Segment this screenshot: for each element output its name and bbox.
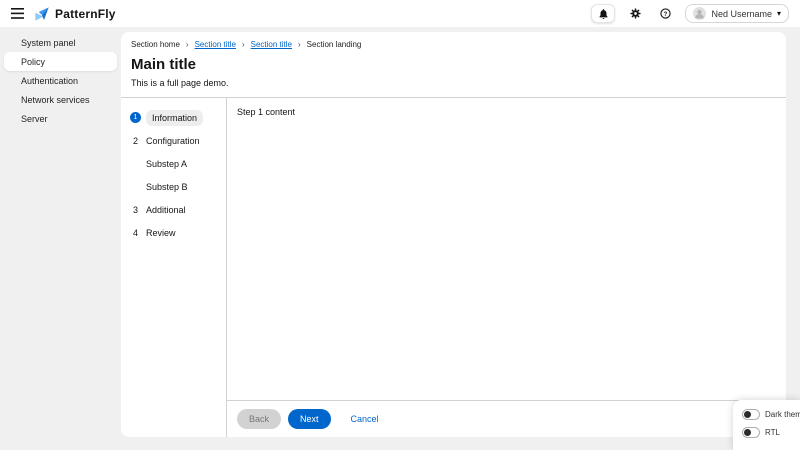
question-circle-icon: ? [660, 8, 671, 19]
breadcrumb: Section home › Section title › Section t… [131, 40, 776, 49]
dark-theme-label: Dark theme [765, 410, 800, 419]
wizard-substep-a[interactable]: Substep A [121, 152, 226, 175]
page-subtitle: This is a full page demo. [131, 78, 776, 88]
wizard: 1 Information 2 Configuration Substep A … [121, 98, 786, 437]
wizard-step-review[interactable]: 4 Review [121, 221, 226, 244]
step-number: 4 [130, 228, 141, 238]
step-number-badge: 1 [130, 112, 141, 123]
back-button[interactable]: Back [237, 409, 281, 429]
dark-theme-toggle[interactable]: Dark theme [742, 409, 800, 420]
wizard-step-configuration[interactable]: 2 Configuration [121, 129, 226, 152]
step-label: Substep A [146, 159, 187, 169]
breadcrumb-link[interactable]: Section title [195, 40, 236, 49]
wizard-substep-b[interactable]: Substep B [121, 175, 226, 198]
gear-icon [630, 8, 641, 19]
step-label: Information [146, 110, 203, 126]
hamburger-icon [11, 8, 24, 19]
wizard-footer: Back Next Cancel [227, 400, 786, 437]
sidebar-item-system-panel[interactable]: System panel [4, 33, 117, 52]
main-content: Section home › Section title › Section t… [121, 32, 786, 437]
settings-button[interactable] [625, 4, 645, 24]
step-number: 3 [130, 205, 141, 215]
cancel-button[interactable]: Cancel [345, 409, 385, 429]
breadcrumb-separator-icon: › [242, 40, 245, 49]
svg-text:?: ? [664, 12, 668, 18]
masthead: PatternFly [0, 0, 800, 27]
breadcrumb-item: Section home [131, 40, 180, 49]
wizard-step-content: Step 1 content [227, 98, 786, 400]
breadcrumb-separator-icon: › [186, 40, 189, 49]
wizard-nav: 1 Information 2 Configuration Substep A … [121, 98, 227, 437]
sidebar: System panel Policy Authentication Netwo… [0, 27, 121, 450]
brand[interactable]: PatternFly [34, 6, 116, 22]
page-header: Section home › Section title › Section t… [121, 32, 786, 98]
brand-title: PatternFly [55, 7, 116, 21]
step-label: Review [146, 228, 176, 238]
caret-down-icon: ▾ [777, 10, 781, 18]
bell-icon [599, 9, 608, 19]
theme-settings-panel: Dark theme RTL [733, 400, 800, 450]
user-menu-button[interactable]: Ned Username ▾ [685, 4, 789, 23]
breadcrumb-link[interactable]: Section title [251, 40, 292, 49]
wizard-step-information[interactable]: 1 Information [121, 106, 226, 129]
toggle-switch-icon [742, 427, 760, 438]
wizard-step-additional[interactable]: 3 Additional [121, 198, 226, 221]
sidebar-item-server[interactable]: Server [4, 109, 117, 128]
wizard-main: Step 1 content Back Next Cancel [227, 98, 786, 437]
user-name: Ned Username [711, 9, 772, 19]
step-label: Substep B [146, 182, 188, 192]
step-label: Configuration [146, 136, 200, 146]
avatar [693, 7, 706, 20]
patternfly-logo-icon [34, 6, 50, 22]
breadcrumb-separator-icon: › [298, 40, 301, 49]
rtl-toggle[interactable]: RTL [742, 427, 800, 438]
sidebar-item-authentication[interactable]: Authentication [4, 71, 117, 90]
sidebar-item-policy[interactable]: Policy [4, 52, 117, 71]
help-button[interactable]: ? [655, 4, 675, 24]
nav-toggle-button[interactable] [4, 0, 30, 27]
step-label: Additional [146, 205, 186, 215]
notifications-button[interactable] [591, 4, 615, 23]
next-button[interactable]: Next [288, 409, 331, 429]
sidebar-item-network-services[interactable]: Network services [4, 90, 117, 109]
step-number: 2 [130, 136, 141, 146]
rtl-label: RTL [765, 428, 780, 437]
toggle-switch-icon [742, 409, 760, 420]
breadcrumb-item-current: Section landing [307, 40, 362, 49]
page-title: Main title [131, 56, 776, 73]
